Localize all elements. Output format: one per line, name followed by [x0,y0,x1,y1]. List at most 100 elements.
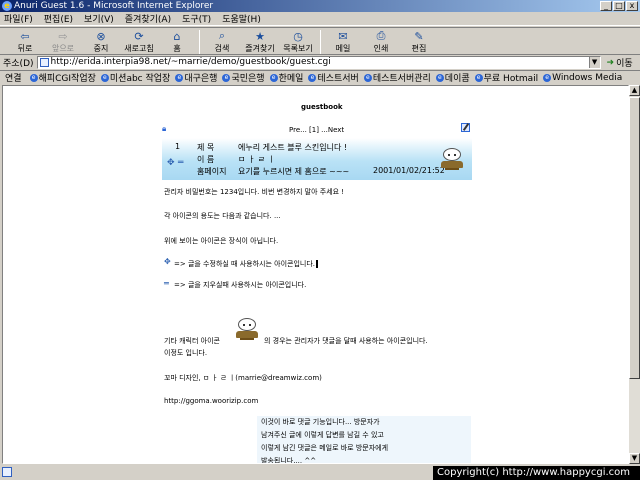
menu-favorites[interactable]: 즐겨찾기(A) [125,12,171,25]
reply-line: 이것이 바로 댓글 기능입니다... 방문자가 [261,418,380,426]
home-button[interactable]: ⌂ 홈 [158,28,196,55]
refresh-icon: ⟳ [134,29,144,43]
minimize-button[interactable]: _ [600,1,612,11]
reply-line: 이렇게 남긴 댓글은 메일로 바로 방문자에게 [261,444,389,452]
reply-line: 발송됩니다.... ^^ [261,457,317,464]
mail-button[interactable]: ✉ 메일 [324,28,362,55]
ie-page-icon: e [363,73,372,82]
body-line: 기타 캐릭터 아이콘 [164,337,220,345]
go-label: 이동 [616,59,633,69]
menu-bar: 파일(F) 편집(E) 보기(V) 즐겨찾기(A) 도구(T) 도움말(H) [0,12,640,26]
edit-icon: ✎ [414,29,424,43]
link-label: 대구은행 [184,74,218,84]
search-icon: ⌕ [218,29,226,42]
stop-icon: ⊗ [96,29,106,43]
menu-help[interactable]: 도움말(H) [222,12,261,25]
page-status-icon [2,467,12,477]
name-label: 이 름 [197,155,215,164]
menu-tools[interactable]: 도구(T) [182,12,211,25]
entry-name[interactable]: ㅁ ㅏ ㄹ ㅣ [238,154,275,165]
menu-view[interactable]: 보기(V) [84,12,114,25]
back-button[interactable]: ⇦ 뒤로 [6,28,44,55]
link-label: 테스트서버 [317,74,359,84]
edit-button[interactable]: ✎ 편집 [400,28,438,55]
edit-desc-text: => 글을 수정하실 때 사용하시는 아이콘입니다. [174,260,316,268]
back-label: 뒤로 [17,44,33,53]
window-title: Anuri Guest 1.6 - Microsoft Internet Exp… [14,1,214,11]
links-bar: 연결 e 해피CGI작업장 e 미션abc 작업장 e 대구은행 e 국민은행 e 한메일… [0,70,640,84]
link-item[interactable]: e 테스트서버관리 [363,71,431,84]
vertical-scrollbar[interactable]: ▲ ▼ [629,85,640,464]
address-input[interactable]: http://erida.interpia98.net/~marrie/demo… [36,56,601,69]
lock-icon[interactable]: 🔒︎ [162,124,166,134]
page-icon [39,58,49,67]
ie-page-icon: e [175,73,184,82]
reply-box: 이것이 바로 댓글 기능입니다... 방문자가 남겨주신 글에 이렇게 답변를 … [257,416,471,464]
link-item[interactable]: e 국민은행 [222,71,265,84]
window-controls: _ □ x [600,1,638,11]
toolbar: ⇦ 뒤로 ⇨ 앞으로 ⊗ 중지 ⟳ 새로고침 ⌂ 홈 ⌕ 검색 ★ 즐겨찾기 ◷… [0,27,640,55]
address-dropdown-button[interactable]: ▼ [588,57,600,68]
link-item[interactable]: e 무료 Hotmail [474,71,538,84]
mail-label: 메일 [335,44,351,53]
menu-file[interactable]: 파일(F) [4,12,33,25]
body-line-edit-desc: => 글을 수정하실 때 사용하시는 아이콘입니다. [174,259,319,269]
favorites-button[interactable]: ★ 즐겨찾기 [241,28,279,55]
menu-edit[interactable]: 편집(E) [44,12,73,25]
body-line: 의 경우는 관리자가 댓글을 달때 사용하는 아이콘입니다. [264,337,428,345]
write-icon[interactable] [461,123,470,132]
subject-label: 제 목 [197,143,215,152]
history-icon: ◷ [293,29,303,43]
home-icon: ⌂ [173,29,181,43]
pager[interactable]: Pre... [1] ...Next [289,126,344,134]
close-button[interactable]: x [626,1,638,11]
homepage-label: 홈페이지 [197,167,227,176]
edit-entry-icon[interactable]: ✥ [167,158,175,168]
search-button[interactable]: ⌕ 검색 [203,28,241,55]
favorites-icon: ★ [255,29,265,43]
stop-button[interactable]: ⊗ 중지 [82,28,120,55]
text-cursor [316,260,319,268]
link-label: 데이콤 [444,74,470,84]
page-title: guestbook [301,103,343,111]
print-label: 인쇄 [373,44,389,53]
body-line: 꼬마 디자인, ㅁ ㅏ ㄹ ㅣ(marrie@dreamwiz.com) [164,374,322,382]
link-item[interactable]: e 미션abc 작업장 [100,71,171,84]
link-label: 한메일 [278,74,304,84]
forward-label: 앞으로 [51,44,75,53]
homepage-link[interactable]: http://ggoma.woorizip.com [164,397,258,405]
maximize-button[interactable]: □ [613,1,625,11]
go-button[interactable]: ➜ 이동 [606,56,633,70]
delete-entry-icon[interactable]: ═ [178,158,183,168]
entry-homepage-link[interactable]: 요기를 누르시면 제 홈으로 ~~~ [238,166,349,177]
character-face-icon [441,148,463,170]
link-item[interactable]: e Windows Media [543,73,622,83]
body-line: 관리자 비밀번호는 1234입니다. 비번 변경하지 말아 주세요 ! [164,188,345,196]
scroll-up-button[interactable]: ▲ [629,85,640,96]
link-label: 테스트서버관리 [372,74,431,84]
link-item[interactable]: e 데이콤 [435,71,470,84]
scroll-thumb[interactable] [629,97,640,379]
link-item[interactable]: e 대구은행 [175,71,217,84]
ie-page-icon: e [543,73,552,82]
link-item[interactable]: e 한메일 [269,71,304,84]
ie-page-icon: e [308,73,317,82]
forward-button[interactable]: ⇨ 앞으로 [44,28,82,55]
link-label: 미션abc 작업장 [109,74,171,84]
reply-line: 남겨주신 글에 이렇게 답변를 남길 수 있고 [261,431,384,439]
delete-symbol-icon: ═ [164,279,169,288]
link-item[interactable]: e 테스트서버 [308,71,359,84]
print-button[interactable]: ⎙ 인쇄 [362,28,400,55]
body-line-delete-desc: => 글을 지우실때 사용하시는 아이콘입니다. [174,281,307,289]
go-arrow-icon: ➜ [606,57,615,68]
back-arrow-icon: ⇦ [20,29,30,43]
link-label: Windows Media [552,72,623,83]
history-button[interactable]: ◷ 목록보기 [279,28,317,55]
entry-number: 1 [175,142,181,151]
link-item[interactable]: e 해피CGI작업장 [29,71,96,84]
address-label: 주소(D) [3,59,34,69]
mail-icon: ✉ [338,29,348,43]
refresh-button[interactable]: ⟳ 새로고침 [120,28,158,55]
favorites-label: 즐겨찾기 [245,44,275,53]
scroll-down-button[interactable]: ▼ [629,453,640,464]
